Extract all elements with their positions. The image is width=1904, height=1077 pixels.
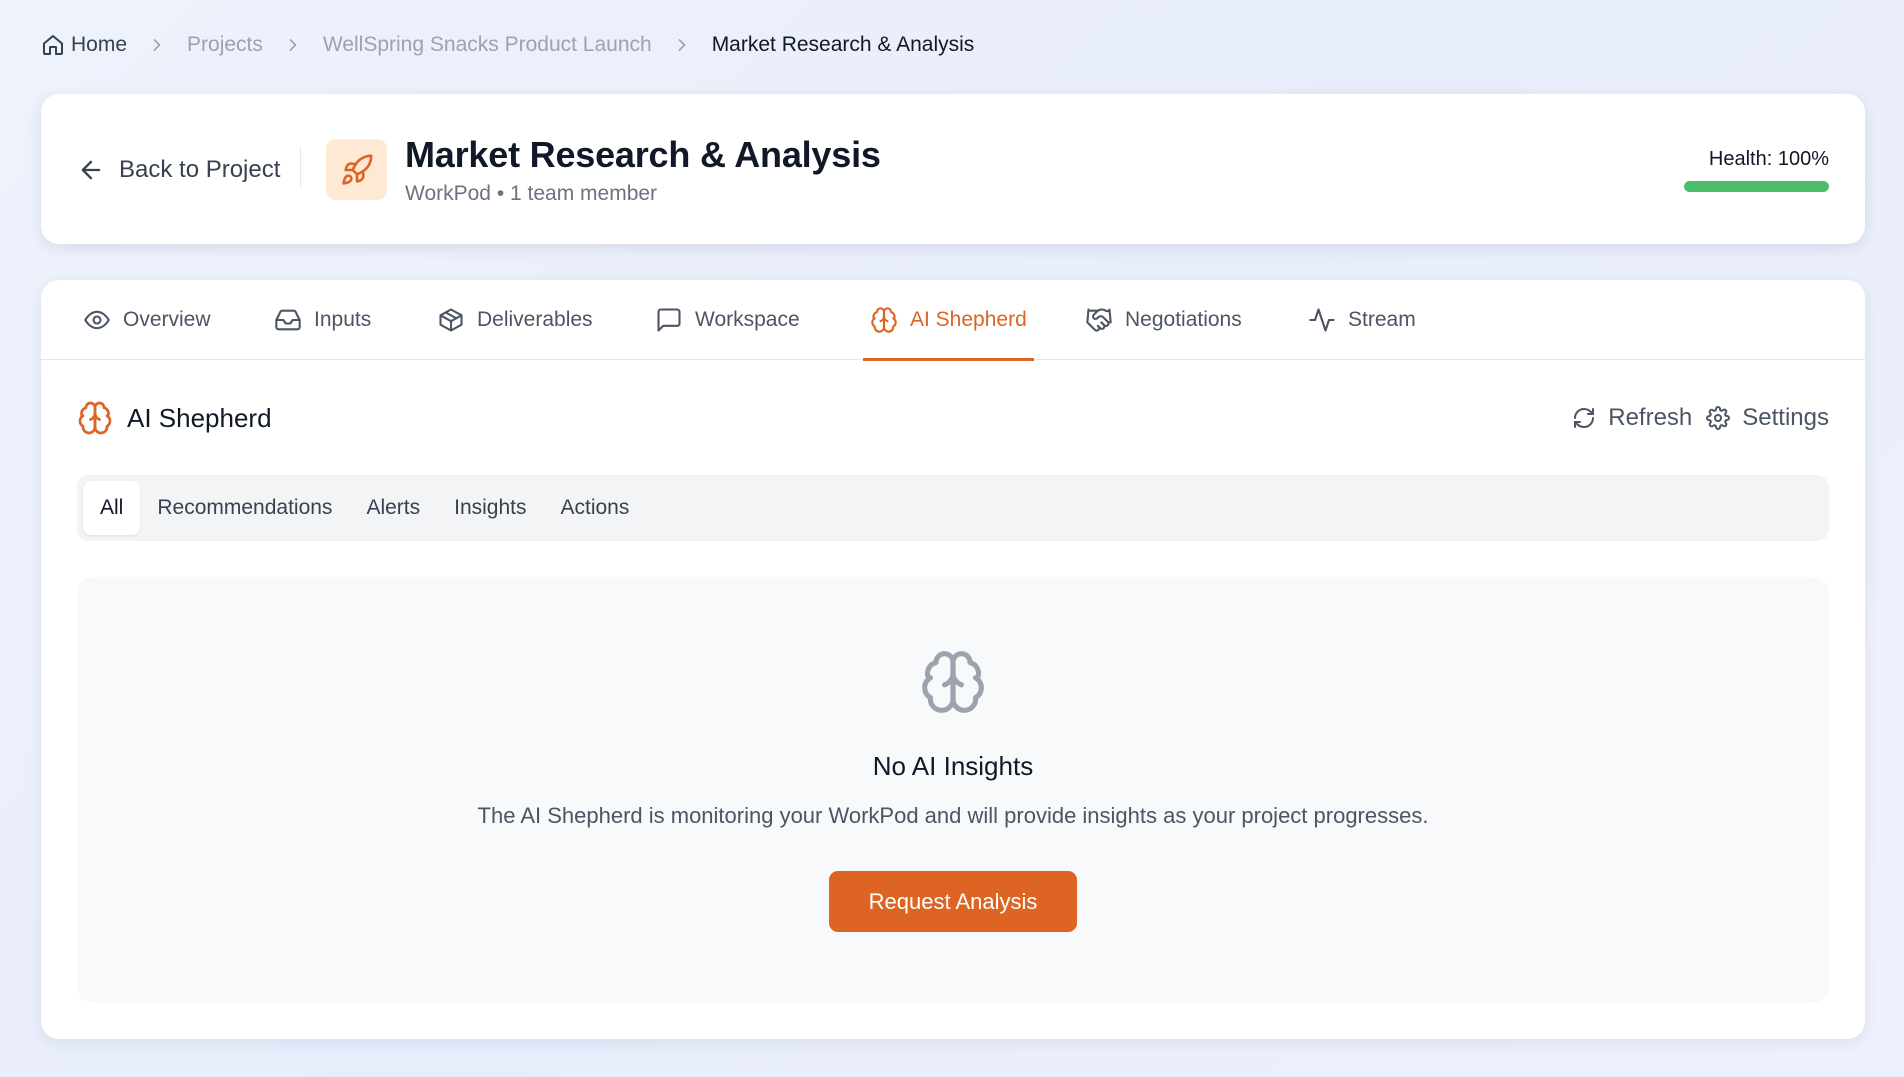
- refresh-button[interactable]: Refresh: [1572, 404, 1692, 432]
- chevron-right-icon: [153, 39, 161, 51]
- tab-negotiations-label: Negotiations: [1125, 308, 1242, 331]
- tab-inputs-label: Inputs: [314, 308, 372, 331]
- brain-icon: [78, 401, 112, 435]
- refresh-icon: [1574, 408, 1595, 428]
- tab-overview-label: Overview: [123, 308, 211, 331]
- breadcrumb: Home Projects WellSpring Snacks Product …: [41, 30, 974, 60]
- tab-deliverables[interactable]: Deliverables: [430, 280, 600, 360]
- tab-inputs[interactable]: Inputs: [267, 280, 378, 360]
- chevron-right-icon: [289, 39, 297, 51]
- tab-stream[interactable]: Stream: [1301, 280, 1423, 360]
- breadcrumb-current: Market Research & Analysis: [711, 33, 975, 56]
- back-to-project-button[interactable]: Back to Project: [77, 150, 280, 190]
- health-indicator: Health: 100%: [1684, 148, 1829, 192]
- eye-icon: [84, 310, 110, 330]
- health-progress-fill: [1684, 181, 1829, 192]
- chevron-right-icon: [678, 39, 686, 51]
- refresh-label: Refresh: [1608, 404, 1693, 431]
- empty-state-description: The AI Shepherd is monitoring your WorkP…: [477, 803, 1429, 828]
- health-progress-bar: [1684, 181, 1829, 192]
- tab-workspace-label: Workspace: [695, 308, 800, 331]
- filter-all[interactable]: All: [83, 481, 141, 535]
- breadcrumb-home[interactable]: Home: [41, 33, 127, 57]
- filter-alerts[interactable]: Alerts: [349, 481, 437, 535]
- health-label: Health: 100%: [1708, 148, 1829, 170]
- request-analysis-button[interactable]: Request Analysis: [829, 871, 1077, 932]
- inbox-icon: [275, 309, 301, 331]
- tab-ai-shepherd-label: AI Shepherd: [910, 308, 1027, 331]
- brain-icon: [922, 651, 984, 713]
- tab-overview[interactable]: Overview: [76, 280, 218, 360]
- project-subtitle: WorkPod • 1 team member: [405, 182, 658, 205]
- package-icon: [439, 308, 463, 332]
- project-icon: [326, 139, 387, 200]
- brain-icon: [871, 307, 897, 333]
- tab-bar: Overview Inputs Deliverables Workspace A…: [41, 280, 1865, 361]
- project-header: Back to Project Market Research & Analys…: [41, 94, 1865, 244]
- breadcrumb-home-label: Home: [71, 33, 128, 56]
- filter-actions[interactable]: Actions: [544, 481, 647, 535]
- rocket-icon: [341, 154, 372, 185]
- tab-negotiations[interactable]: Negotiations: [1078, 280, 1249, 360]
- gear-icon: [1706, 406, 1731, 430]
- handshake-icon: [1086, 308, 1112, 332]
- settings-label: Settings: [1742, 404, 1829, 431]
- breadcrumb-project[interactable]: WellSpring Snacks Product Launch: [323, 33, 652, 57]
- filter-recommendations[interactable]: Recommendations: [140, 481, 349, 535]
- section-title: AI Shepherd: [127, 402, 272, 433]
- tab-deliverables-label: Deliverables: [477, 308, 593, 331]
- page-title: Market Research & Analysis: [405, 134, 881, 175]
- back-to-project-label: Back to Project: [119, 156, 281, 183]
- message-square-icon: [657, 308, 681, 332]
- empty-state-title: No AI Insights: [872, 751, 1034, 781]
- tab-workspace[interactable]: Workspace: [648, 280, 807, 360]
- header-divider: [300, 146, 301, 188]
- filter-insights[interactable]: Insights: [437, 481, 543, 535]
- settings-button[interactable]: Settings: [1706, 404, 1829, 432]
- home-icon: [43, 35, 63, 55]
- workpod-panel: Overview Inputs Deliverables Workspace A…: [41, 280, 1865, 1039]
- filter-tabs: All Recommendations Alerts Insights Acti…: [77, 475, 1829, 541]
- section-header: AI Shepherd: [77, 398, 272, 438]
- breadcrumb-projects[interactable]: Projects: [187, 33, 263, 57]
- tab-ai-shepherd[interactable]: AI Shepherd: [863, 280, 1034, 361]
- section-actions: Refresh Settings: [1572, 400, 1829, 436]
- arrow-left-icon: [81, 160, 101, 180]
- activity-icon: [1309, 308, 1335, 332]
- empty-state: No AI Insights The AI Shepherd is monito…: [77, 577, 1829, 1003]
- tab-stream-label: Stream: [1348, 308, 1416, 331]
